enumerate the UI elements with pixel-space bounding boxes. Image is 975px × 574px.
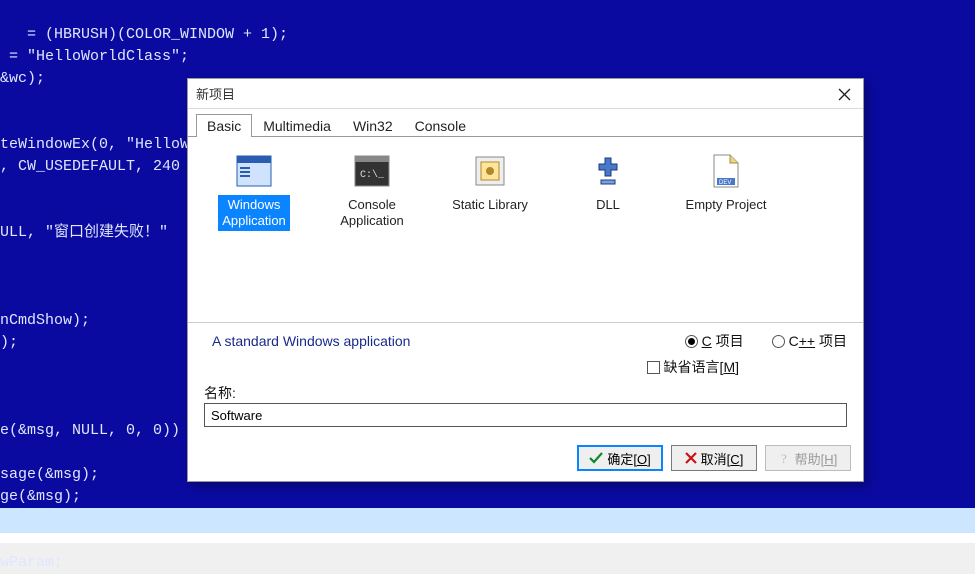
help-button: ? 帮助[H] xyxy=(765,445,851,471)
dialog-title: 新项目 xyxy=(196,84,235,103)
language-radio-group: C 项目 C++ 项目 xyxy=(685,331,847,351)
cancel-button[interactable]: 取消[C] xyxy=(671,445,757,471)
x-icon xyxy=(685,452,697,464)
name-label: 名称: xyxy=(204,383,250,403)
dll-icon xyxy=(588,151,628,191)
template-description: A standard Windows application xyxy=(204,333,685,349)
close-button[interactable] xyxy=(833,83,855,105)
dialog-lower-panel: A standard Windows application C 项目 C++ … xyxy=(188,322,863,437)
radio-c-project[interactable]: C 项目 xyxy=(685,331,744,351)
tab-row: Basic Multimedia Win32 Console xyxy=(188,109,863,137)
radio-icon xyxy=(772,335,785,348)
template-area: Windows Application C:\_ Console Applica… xyxy=(188,137,863,322)
template-console-application[interactable]: C:\_ Console Application xyxy=(322,147,422,231)
template-label: Empty Project xyxy=(682,195,771,215)
svg-text:DEV: DEV xyxy=(719,180,731,186)
template-empty-project[interactable]: DEV Empty Project xyxy=(676,147,776,215)
console-icon: C:\_ xyxy=(352,151,392,191)
help-icon: ? xyxy=(779,451,791,465)
template-label: Console Application xyxy=(336,195,408,231)
status-strip xyxy=(0,508,975,533)
dialog-button-row: 确定[O] 取消[C] ? 帮助[H] xyxy=(188,437,863,481)
radio-icon xyxy=(685,335,698,348)
bottom-gutter xyxy=(0,533,975,543)
template-label: Windows Application xyxy=(218,195,290,231)
svg-text:?: ? xyxy=(781,451,787,465)
checkbox-icon xyxy=(647,361,660,374)
library-icon xyxy=(470,151,510,191)
tab-win32[interactable]: Win32 xyxy=(342,114,404,137)
new-project-dialog: 新项目 Basic Multimedia Win32 Console Windo… xyxy=(187,78,864,482)
file-icon: DEV xyxy=(706,151,746,191)
tab-console[interactable]: Console xyxy=(404,114,477,137)
dialog-title-bar: 新项目 xyxy=(188,79,863,109)
window-icon xyxy=(234,151,274,191)
project-name-input[interactable] xyxy=(204,403,847,427)
template-static-library[interactable]: Static Library xyxy=(440,147,540,215)
close-icon xyxy=(838,88,851,101)
check-icon xyxy=(589,452,603,464)
radio-cpp-project[interactable]: C++ 项目 xyxy=(772,331,847,351)
ok-button[interactable]: 确定[O] xyxy=(577,445,663,471)
tab-basic[interactable]: Basic xyxy=(196,114,252,137)
template-windows-application[interactable]: Windows Application xyxy=(204,147,304,231)
template-label: DLL xyxy=(592,195,624,215)
template-label: Static Library xyxy=(448,195,532,215)
default-language-checkbox[interactable]: 缺省语言[M] xyxy=(647,357,739,377)
svg-text:C:\_: C:\_ xyxy=(360,169,385,181)
tab-multimedia[interactable]: Multimedia xyxy=(252,114,342,137)
template-dll[interactable]: DLL xyxy=(558,147,658,215)
